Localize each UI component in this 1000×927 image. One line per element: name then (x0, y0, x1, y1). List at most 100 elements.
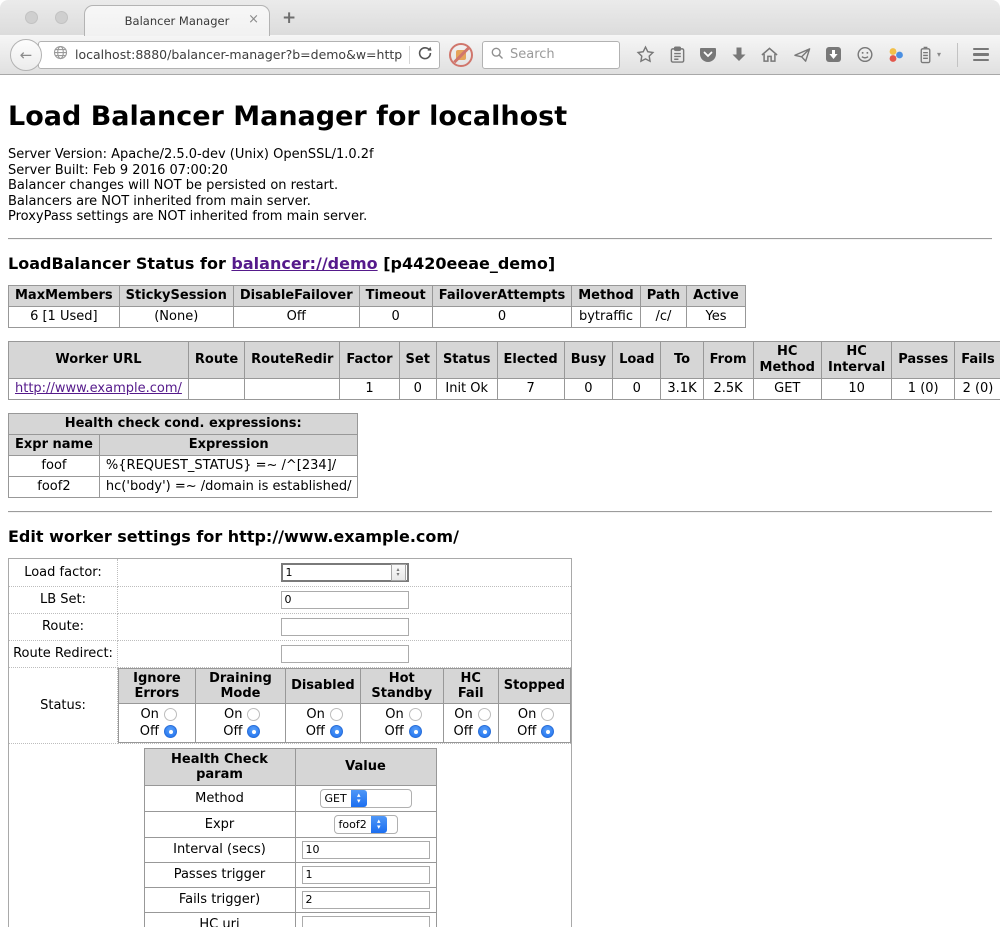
back-button[interactable]: ← (10, 39, 42, 71)
url-divider (409, 46, 410, 64)
reading-list-clipboard-icon[interactable] (669, 46, 686, 64)
health-check-params-row: Health Check param Value Method GET (9, 743, 572, 927)
route-redirect-row: Route Redirect: (9, 640, 572, 667)
persist-note-line: Balancer changes will NOT be persisted o… (8, 178, 992, 194)
lb-set-input[interactable] (281, 591, 409, 609)
loadbalancer-status-heading: LoadBalancer Status for balancer://demo … (8, 254, 992, 273)
balancer-status-table: MaxMembers StickySession DisableFailover… (8, 285, 746, 328)
route-label: Route: (9, 613, 118, 640)
proxypass-note-line: ProxyPass settings are NOT inherited fro… (8, 209, 992, 225)
table-header-row: MaxMembers StickySession DisableFailover… (9, 285, 746, 306)
load-factor-input[interactable] (283, 566, 391, 579)
close-window-button[interactable] (25, 11, 38, 24)
table-row: foof2 hc('body') =~ /domain is establish… (9, 476, 358, 497)
chat-smiley-icon[interactable] (856, 46, 874, 64)
status-hc-fail-on-radio[interactable] (478, 708, 491, 721)
close-tab-icon[interactable]: × (248, 13, 259, 27)
route-input[interactable] (281, 618, 409, 636)
status-radio-row: On Off On Off On Off (119, 703, 571, 742)
health-check-expressions-table: Health check cond. expressions: Expr nam… (8, 413, 358, 498)
minimize-window-button[interactable] (55, 11, 68, 24)
load-factor-row: Load factor: (9, 558, 572, 586)
select-stepper-icon (351, 790, 367, 807)
method-row: Method GET (144, 785, 436, 811)
url-text[interactable]: localhost:8880/balancer-manager?b=demo&w… (75, 47, 402, 62)
status-options-table: Ignore Errors Draining Mode Disabled Hot… (118, 668, 571, 743)
search-input[interactable]: Search (482, 41, 620, 69)
expr-select[interactable]: foof2 (334, 815, 398, 834)
status-hc-fail-off-radio[interactable] (478, 725, 491, 738)
download-arrow-icon[interactable] (731, 46, 747, 63)
passes-row: Passes trigger (144, 862, 436, 887)
url-bar[interactable]: localhost:8880/balancer-manager?b=demo&w… (38, 41, 440, 69)
tab-balancer-manager[interactable]: Balancer Manager × (84, 5, 270, 36)
worker-url-link[interactable]: http://www.example.com/ (15, 381, 182, 396)
table-row: foof %{REQUEST_STATUS} =~ /^[234]/ (9, 455, 358, 476)
search-placeholder: Search (510, 47, 555, 62)
home-icon[interactable] (760, 46, 779, 64)
status-hot-standby-off-radio[interactable] (409, 725, 422, 738)
edit-worker-form: Load factor: LB Set: Route: Route Redire… (8, 558, 572, 927)
server-built-line: Server Built: Feb 9 2016 07:00:20 (8, 163, 992, 179)
status-hot-standby-on-radio[interactable] (409, 708, 422, 721)
select-stepper-icon (371, 816, 387, 833)
status-disabled-on-radio[interactable] (330, 708, 343, 721)
fails-row: Fails trigger) (144, 887, 436, 912)
reload-icon[interactable] (417, 45, 433, 65)
expr-row: Expr foof2 (144, 811, 436, 837)
adblock-icon[interactable] (449, 43, 473, 67)
passes-input[interactable] (302, 866, 430, 884)
route-redirect-input[interactable] (281, 645, 409, 663)
balancer-demo-link[interactable]: balancer://demo (231, 254, 377, 273)
divider (8, 511, 992, 513)
page-content: Load Balancer Manager for localhost Serv… (0, 101, 1000, 927)
navigation-toolbar: ← localhost:8880/balancer-manager?b=demo… (0, 35, 1000, 75)
status-row: Status: Ignore Errors Draining Mode Disa… (9, 667, 572, 743)
load-factor-field[interactable] (281, 563, 409, 582)
lb-set-row: LB Set: (9, 586, 572, 613)
status-ignore-errors-off-radio[interactable] (164, 725, 177, 738)
status-label: Status: (9, 667, 118, 743)
globe-icon (53, 45, 68, 64)
status-ignore-errors-on-radio[interactable] (164, 708, 177, 721)
status-disabled-off-radio[interactable] (330, 725, 343, 738)
worker-status-table: Worker URL Route RouteRedir Factor Set S… (8, 341, 1000, 400)
pocket-icon[interactable] (699, 46, 717, 63)
interval-row: Interval (secs) (144, 837, 436, 862)
status-stopped-on-radio[interactable] (541, 708, 554, 721)
fails-input[interactable] (302, 891, 430, 909)
dropdown-caret-icon[interactable]: ▾ (937, 50, 941, 59)
container-battery-icon[interactable] (919, 46, 932, 64)
edit-worker-settings-heading: Edit worker settings for http://www.exam… (8, 527, 992, 546)
route-redirect-label: Route Redirect: (9, 640, 118, 667)
downloads-panel-icon[interactable] (825, 46, 842, 63)
method-select[interactable]: GET (320, 789, 412, 808)
table-header-row: Health Check param Value (144, 748, 436, 785)
page-title: Load Balancer Manager for localhost (8, 101, 992, 132)
lb-set-label: LB Set: (9, 586, 118, 613)
menu-hamburger-icon[interactable] (973, 48, 989, 62)
search-icon (491, 45, 504, 64)
interval-input[interactable] (302, 841, 430, 859)
table-row: http://www.example.com/ 1 0 Init Ok 7 0 … (9, 378, 1000, 399)
new-tab-button[interactable]: + (282, 8, 296, 28)
number-stepper-icon[interactable] (391, 564, 406, 581)
status-stopped-off-radio[interactable] (541, 725, 554, 738)
bookmark-star-icon[interactable] (636, 45, 655, 64)
hc-uri-input[interactable] (302, 916, 430, 927)
table-row: 6 [1 Used] (None) Off 0 0 bytraffic /c/ … (9, 306, 746, 327)
tab-title: Balancer Manager (125, 14, 230, 28)
load-factor-label: Load factor: (9, 558, 118, 586)
status-draining-mode-on-radio[interactable] (247, 708, 260, 721)
table-header-row: Expr name Expression (9, 434, 358, 455)
extensions-colored-dots-icon[interactable] (887, 46, 905, 64)
status-draining-mode-off-radio[interactable] (247, 725, 260, 738)
server-version-line: Server Version: Apache/2.5.0-dev (Unix) … (8, 147, 992, 163)
status-header-row: Ignore Errors Draining Mode Disabled Hot… (119, 668, 571, 703)
table-header-row: Worker URL Route RouteRedir Factor Set S… (9, 341, 1000, 378)
send-icon[interactable] (793, 46, 812, 64)
balancers-note-line: Balancers are NOT inherited from main se… (8, 194, 992, 210)
divider (8, 238, 992, 240)
browser-window: Balancer Manager × + ← localhost:8880/ba… (0, 0, 1000, 927)
health-check-param-table: Health Check param Value Method GET (144, 748, 437, 927)
